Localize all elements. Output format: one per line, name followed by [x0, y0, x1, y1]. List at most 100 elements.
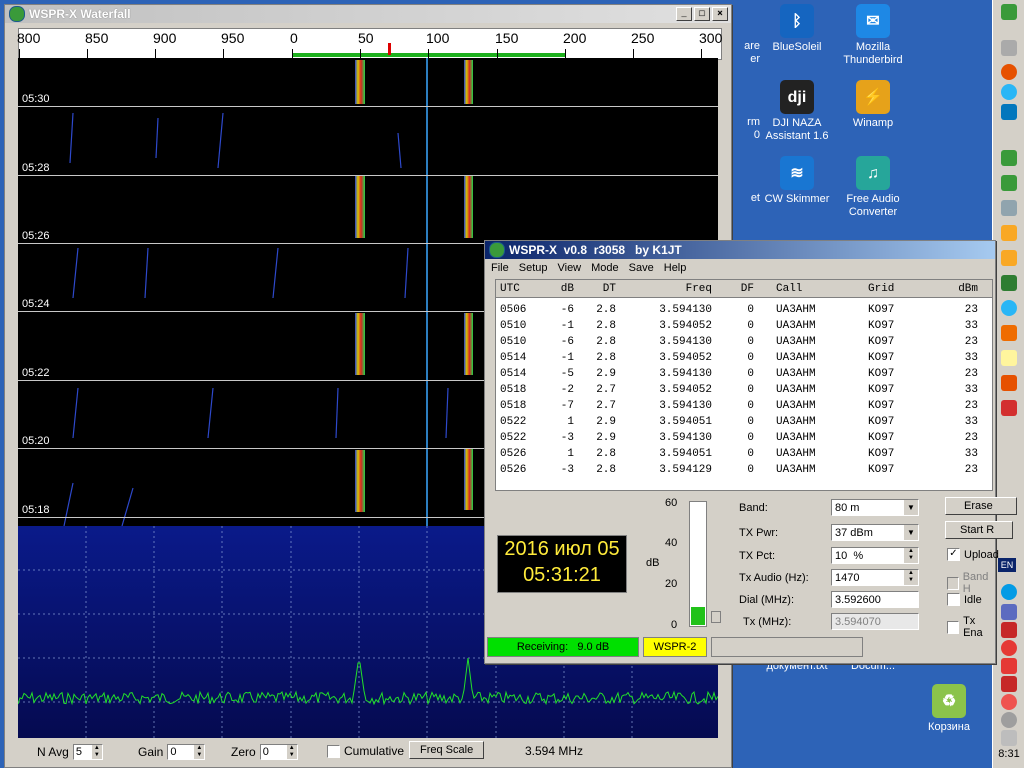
firefox-icon[interactable] [1001, 64, 1017, 80]
band-hop-checkbox[interactable] [947, 576, 959, 590]
upload-checkbox[interactable]: ✓ [947, 548, 960, 561]
minimize-button[interactable]: _ [676, 7, 692, 21]
app-icon[interactable] [1001, 400, 1017, 416]
close-button[interactable]: × [712, 7, 728, 21]
band-hop-option[interactable]: Band H [947, 571, 995, 595]
app-icon[interactable] [1001, 350, 1017, 366]
band-select[interactable]: 80 m ▼ [831, 499, 919, 516]
tray-icon[interactable] [1001, 676, 1017, 692]
table-row[interactable]: 0518 -2 2.7 3.594052 0 UA3AHM KO97 33 [496, 382, 992, 398]
meter-slider-handle[interactable] [711, 611, 721, 623]
chevron-down-icon[interactable]: ▼ [904, 525, 918, 540]
table-cell: 0 [747, 464, 754, 476]
menu-setup[interactable]: Setup [519, 262, 548, 274]
icon-label: DJI NAZA Assistant 1.6 [765, 117, 829, 142]
menu-mode[interactable]: Mode [591, 262, 619, 274]
table-cell: 0510 [500, 336, 527, 348]
table-row[interactable]: 0526 1 2.8 3.594051 0 UA3AHM KO97 33 [496, 446, 992, 462]
gain-spinbox[interactable]: 0 ▲ ▼ [167, 744, 206, 760]
table-row[interactable]: 0526 -3 2.8 3.594129 0 UA3AHM KO97 23 [496, 462, 992, 478]
tray-icon[interactable] [1001, 604, 1017, 620]
dial-input[interactable]: 3.592600 [831, 591, 919, 608]
tray-icon[interactable] [1001, 694, 1017, 710]
app-icon[interactable] [1001, 40, 1017, 56]
freq-scale-button[interactable]: Freq Scale [409, 741, 485, 759]
meter-unit: dB [646, 557, 660, 569]
menu-save[interactable]: Save [629, 262, 654, 274]
menu-file[interactable]: File [491, 262, 509, 274]
frequency-tick-label: 900 [153, 30, 177, 46]
telegram-icon[interactable] [1001, 84, 1017, 100]
tx-marker [388, 43, 391, 55]
tray-icon[interactable] [1001, 640, 1017, 656]
table-cell: -7 [560, 400, 574, 412]
app-icon[interactable] [1001, 4, 1017, 20]
zero-spinbox[interactable]: 0 ▲ ▼ [259, 744, 298, 760]
table-row[interactable]: 0514 -1 2.8 3.594052 0 UA3AHM KO97 33 [496, 350, 992, 366]
txpct-spinbox[interactable]: 10 % ▲ ▼ [831, 547, 919, 564]
navg-spinbox[interactable]: 5 ▲ ▼ [72, 744, 103, 760]
txpwr-select[interactable]: 37 dBm ▼ [831, 524, 919, 541]
wsprx-task-icon[interactable] [1001, 175, 1017, 191]
spin-arrows-icon[interactable]: ▲ ▼ [286, 745, 297, 759]
table-cell: -3 [560, 432, 574, 444]
table-row[interactable]: 0514 -5 2.9 3.594130 0 UA3AHM KO97 23 [496, 366, 992, 382]
telegram-icon[interactable] [1001, 300, 1017, 316]
table-row[interactable]: 0522 1 2.9 3.594051 0 UA3AHM KO97 33 [496, 414, 992, 430]
language-indicator[interactable]: EN [998, 558, 1016, 572]
spin-arrows-icon[interactable]: ▲ ▼ [904, 570, 918, 585]
tray-icon[interactable] [1001, 712, 1017, 728]
app-icon[interactable] [1001, 104, 1017, 120]
idle-option[interactable]: Idle [947, 593, 982, 606]
table-cell: 33 [964, 416, 978, 428]
column-header-utc: UTC [500, 282, 520, 295]
clock[interactable]: 8:31 [993, 748, 1024, 760]
app-icon[interactable] [1001, 325, 1017, 341]
dial-label: Dial (MHz): [739, 594, 794, 606]
table-row[interactable]: 0518 -7 2.7 3.594130 0 UA3AHM KO97 23 [496, 398, 992, 414]
chevron-down-icon[interactable]: ▼ [904, 500, 918, 515]
thunderbird-icon: ✉ [856, 4, 890, 38]
app-icon[interactable] [1001, 275, 1017, 291]
table-row[interactable]: 0522 -3 2.9 3.594130 0 UA3AHM KO97 23 [496, 430, 992, 446]
menu-view[interactable]: View [557, 262, 581, 274]
waterfall-task-icon[interactable] [1001, 150, 1017, 166]
table-cell: KO97 [868, 304, 895, 316]
waterfall-titlebar[interactable]: WSPR-X Waterfall _ □ × [5, 5, 731, 23]
desktop-icon-free-audio-converter[interactable]: ♫ Free Audio Converter [828, 156, 918, 219]
txaudio-label: Tx Audio (Hz): [739, 572, 809, 584]
tray-icon[interactable] [1001, 658, 1017, 674]
table-cell: KO97 [868, 320, 895, 332]
notepad-icon[interactable] [1001, 200, 1017, 216]
table-row[interactable]: 0510 -6 2.8 3.594130 0 UA3AHM KO97 23 [496, 334, 992, 350]
app-icon[interactable] [1001, 375, 1017, 391]
tx-enable-option[interactable]: Tx Ena [947, 615, 995, 639]
spin-arrows-icon[interactable]: ▲ ▼ [904, 548, 918, 563]
status-empty-panel [711, 637, 863, 657]
table-row[interactable]: 0506 -6 2.8 3.594130 0 UA3AHM KO97 23 [496, 302, 992, 318]
upload-option[interactable]: ✓ Upload [947, 548, 999, 561]
desktop-icon-winamp[interactable]: ⚡ Winamp [828, 80, 918, 130]
folder-icon[interactable] [1001, 225, 1017, 241]
erase-button[interactable]: Erase [945, 497, 1017, 515]
folder-icon[interactable] [1001, 250, 1017, 266]
gain-value: 0 [170, 746, 177, 758]
table-row[interactable]: 0510 -1 2.8 3.594052 0 UA3AHM KO97 33 [496, 318, 992, 334]
menu-help[interactable]: Help [664, 262, 687, 274]
idle-checkbox[interactable] [947, 593, 960, 606]
tx-enable-checkbox[interactable] [947, 620, 960, 634]
cumulative-checkbox[interactable] [327, 744, 340, 758]
tray-icon[interactable] [1001, 730, 1017, 746]
wsprx-titlebar[interactable]: WSPR-X v0.8 r3058 by K1JT [485, 241, 995, 259]
spin-arrows-icon[interactable]: ▲ ▼ [194, 745, 205, 759]
tray-icon[interactable] [1001, 584, 1017, 600]
tray-icon[interactable] [1001, 622, 1017, 638]
spin-arrows-icon[interactable]: ▲ ▼ [91, 745, 102, 759]
desktop-icon-thunderbird[interactable]: ✉ Mozilla Thunderbird [828, 4, 918, 67]
start-button[interactable]: Start R [945, 521, 1013, 539]
desktop-icon-recycle-bin[interactable]: ♻ Корзина [904, 684, 994, 734]
icon-label: Free Audio Converter [846, 193, 900, 218]
txaudio-spinbox[interactable]: 1470 ▲ ▼ [831, 569, 919, 586]
decodes-table[interactable]: UTC dB DT Freq DF Call Grid dBm 0506 -6 2.… [495, 279, 993, 491]
maximize-button[interactable]: □ [694, 7, 710, 21]
